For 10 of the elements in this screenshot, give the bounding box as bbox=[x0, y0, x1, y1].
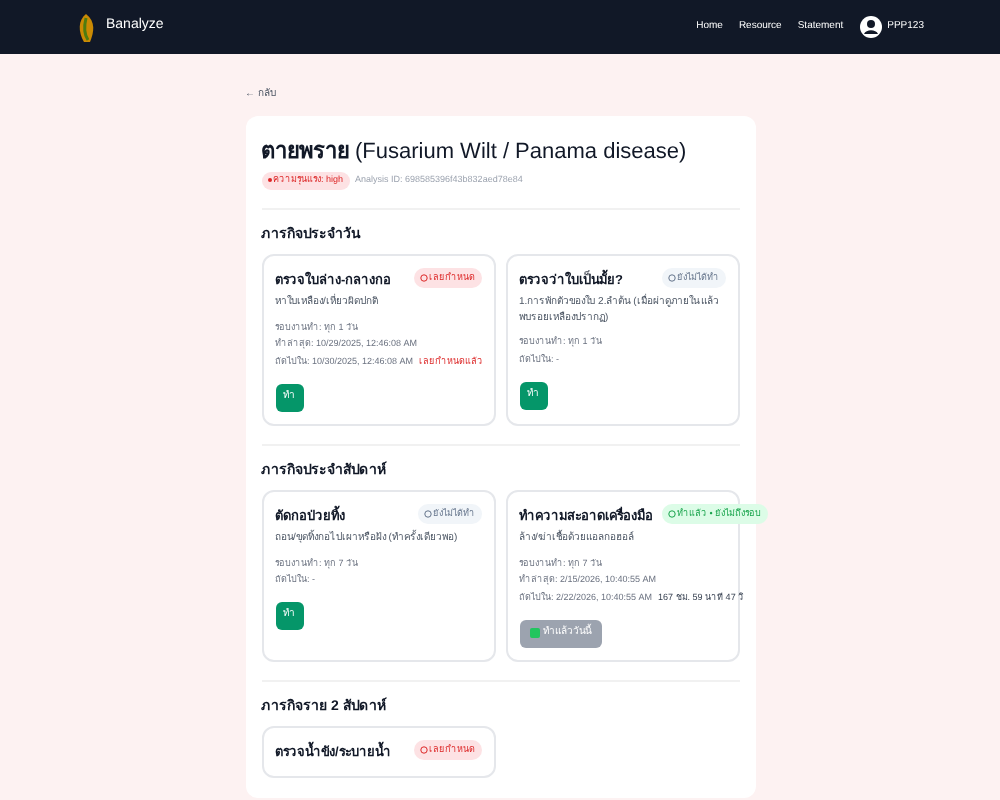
check-icon bbox=[529, 628, 539, 639]
disease-title-english: (Fusarium Wilt / Panama disease) bbox=[355, 137, 687, 167]
clock-icon bbox=[667, 509, 675, 518]
clock-icon bbox=[419, 273, 427, 282]
clock-icon bbox=[423, 509, 431, 518]
clock-icon bbox=[667, 273, 675, 282]
banana-leaf-logo-icon bbox=[76, 11, 98, 43]
user-avatar-icon[interactable] bbox=[859, 16, 882, 38]
disease-title-thai: ตายพราย bbox=[261, 137, 349, 167]
clock-icon bbox=[419, 745, 427, 754]
